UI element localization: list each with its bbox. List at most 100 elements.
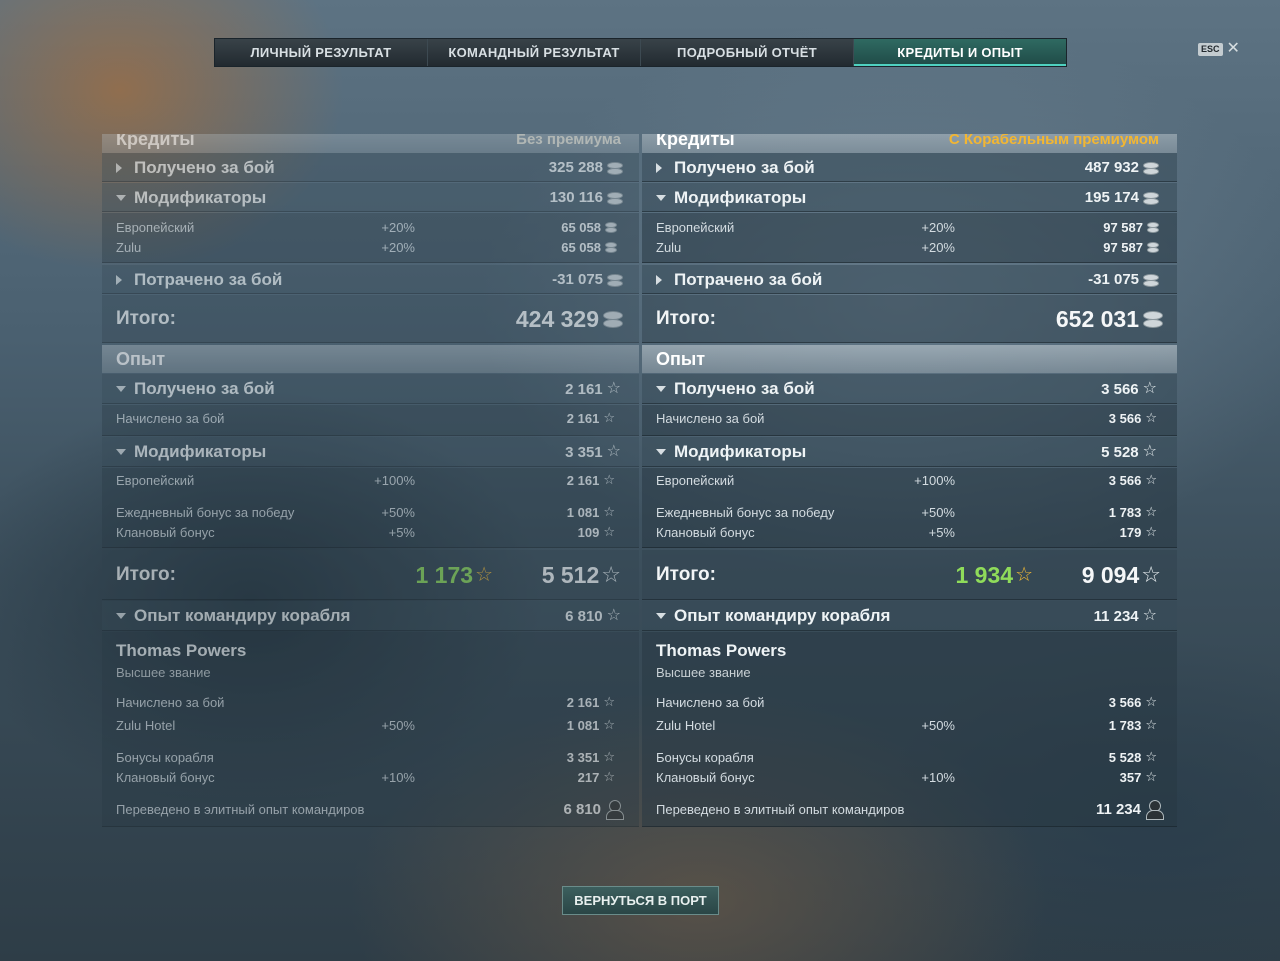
row-value: 97 587 [1103, 219, 1143, 235]
total-value: 424 329 [515, 305, 599, 332]
xp-title: Опыт [116, 348, 166, 369]
xp-total-row: Итого: 1 934 ☆ 9 094 ☆ [642, 550, 1179, 600]
row-label: Клановый бонус [116, 524, 215, 540]
row-label: Переведено в элитный опыт командиров [116, 801, 365, 817]
star-icon: ☆ [1145, 769, 1157, 784]
credits-title: Кредиты [116, 134, 195, 149]
row-percent: +50% [921, 504, 955, 520]
star-icon: ☆ [606, 380, 621, 397]
row-label: Получено за бой [674, 379, 815, 398]
row-label: Клановый бонус [116, 769, 215, 785]
credits-icon [1143, 311, 1163, 328]
row-value: -31 075 [552, 271, 603, 288]
xp-modifiers-row[interactable]: Модификаторы 3 351 ☆ [102, 437, 639, 467]
credits-icon [1143, 191, 1159, 205]
row-percent: +10% [921, 769, 955, 785]
modifier-row: Европейский +20% 97 587 [642, 218, 1179, 236]
row-label: Zulu Hotel [116, 717, 176, 733]
return-to-port-button[interactable]: ВЕРНУТЬСЯ В ПОРТ [562, 886, 719, 915]
modifier-row: Ежедневный бонус за победу +50% 1 081 ☆ [102, 503, 639, 521]
total-label: Итого: [116, 564, 176, 585]
commander-row: Начислено за бой 2 161 ☆ [102, 693, 639, 711]
row-value: 3 566 [1101, 380, 1139, 398]
row-label: Получено за бой [674, 157, 815, 177]
commander-row: Zulu Hotel +50% 1 081 ☆ [102, 716, 639, 734]
row-value: 109 [577, 524, 600, 540]
row-value: -31 075 [1088, 271, 1139, 288]
commander-row: Zulu Hotel +50% 1 783 ☆ [642, 716, 1179, 734]
commander-row: Клановый бонус +10% 217 ☆ [102, 768, 639, 786]
row-label: Получено за бой [134, 157, 275, 177]
row-percent: +50% [381, 504, 415, 520]
row-label: Европейский [656, 219, 735, 235]
commander-rank-row: Высшее звание [642, 663, 1179, 681]
xp-earned-row[interactable]: Получено за бой 3 566 ☆ [642, 374, 1179, 404]
row-value: 130 116 [549, 189, 603, 206]
commander-row: Переведено в элитный опыт командиров 11 … [642, 798, 1179, 820]
total-value: 5 512 [541, 561, 600, 588]
star-icon: ☆ [603, 524, 615, 539]
credits-total-row: Итого: 424 329 [102, 295, 639, 343]
row-percent: +5% [388, 524, 415, 540]
row-percent: +20% [381, 239, 415, 255]
commander-xp-row[interactable]: Опыт командиру корабля 11 234 ☆ [642, 601, 1179, 631]
tab-team-result[interactable]: КОМАНДНЫЙ РЕЗУЛЬТАТ [428, 39, 641, 66]
commander-name: Thomas Powers [656, 641, 787, 660]
commander-name-row: Thomas Powers [642, 641, 1179, 661]
credits-icon [605, 242, 617, 253]
credits-spent-row[interactable]: Потрачено за бой -31 075 [642, 265, 1179, 294]
credits-earned-row[interactable]: Получено за бой 325 288 [102, 153, 639, 182]
row-percent: +20% [921, 219, 955, 235]
row-label: Потрачено за бой [674, 269, 823, 289]
commander-xp-row[interactable]: Опыт командиру корабля 6 810 ☆ [102, 601, 639, 631]
row-value: 2 161 [565, 380, 603, 398]
credits-earned-row[interactable]: Получено за бой 487 932 [642, 153, 1179, 182]
result-tabs: ЛИЧНЫЙ РЕЗУЛЬТАТ КОМАНДНЫЙ РЕЗУЛЬТАТ ПОД… [214, 38, 1067, 67]
collapse-icon [116, 386, 126, 392]
xp-credited-row: Начислено за бой 2 161 ☆ [102, 409, 639, 427]
row-value: 1 081 [566, 717, 600, 733]
row-percent: +20% [381, 219, 415, 235]
credits-header: Кредиты Без премиума [102, 134, 639, 153]
row-value: 2 161 [566, 694, 600, 710]
tab-personal-result[interactable]: ЛИЧНЫЙ РЕЗУЛЬТАТ [215, 39, 428, 66]
star-icon: ☆ [603, 504, 615, 519]
xp-title: Опыт [656, 348, 706, 369]
row-label: Модификаторы [134, 442, 267, 461]
xp-modifiers-row[interactable]: Модификаторы 5 528 ☆ [642, 437, 1179, 467]
credits-icon [1143, 161, 1159, 175]
credits-total-row: Итого: 652 031 [642, 295, 1179, 343]
modifier-row: Европейский +20% 65 058 [102, 218, 639, 236]
star-icon: ☆ [1142, 607, 1157, 624]
row-value: 3 351 [566, 749, 600, 765]
commander-row: Начислено за бой 3 566 ☆ [642, 693, 1179, 711]
credits-icon [603, 311, 623, 328]
row-value: 65 058 [561, 219, 601, 235]
credits-modifiers-row[interactable]: Модификаторы 130 116 [102, 183, 639, 212]
row-value: 5 528 [1101, 443, 1139, 461]
row-percent: +100% [374, 472, 415, 488]
credits-icon [1143, 273, 1159, 287]
credits-icon [607, 273, 623, 287]
star-icon: ☆ [603, 769, 615, 784]
xp-earned-row[interactable]: Получено за бой 2 161 ☆ [102, 374, 639, 404]
star-icon: ☆ [606, 443, 621, 460]
row-label: Начислено за бой [116, 694, 225, 710]
row-label: Европейский [116, 219, 195, 235]
close-button[interactable]: ESC ✕ [1198, 41, 1240, 57]
tab-credits-and-xp[interactable]: КРЕДИТЫ И ОПЫТ [854, 39, 1066, 66]
collapse-icon [116, 613, 126, 619]
tab-detailed-report[interactable]: ПОДРОБНЫЙ ОТЧЁТ [641, 39, 854, 66]
collapse-icon [656, 613, 666, 619]
credits-icon [607, 191, 623, 205]
credits-spent-row[interactable]: Потрачено за бой -31 075 [102, 265, 639, 294]
row-value: 3 351 [565, 443, 603, 461]
credits-modifiers-row[interactable]: Модификаторы 195 174 [642, 183, 1179, 212]
row-value: 11 234 [1093, 607, 1139, 625]
row-label: Модификаторы [134, 187, 267, 207]
total-label: Итого: [116, 308, 176, 329]
star-icon: ☆ [1142, 380, 1157, 397]
total-value: 652 031 [1055, 305, 1139, 332]
credits-header: Кредиты С Корабельным премиумом [642, 134, 1177, 153]
row-value: 3 566 [1108, 472, 1142, 488]
